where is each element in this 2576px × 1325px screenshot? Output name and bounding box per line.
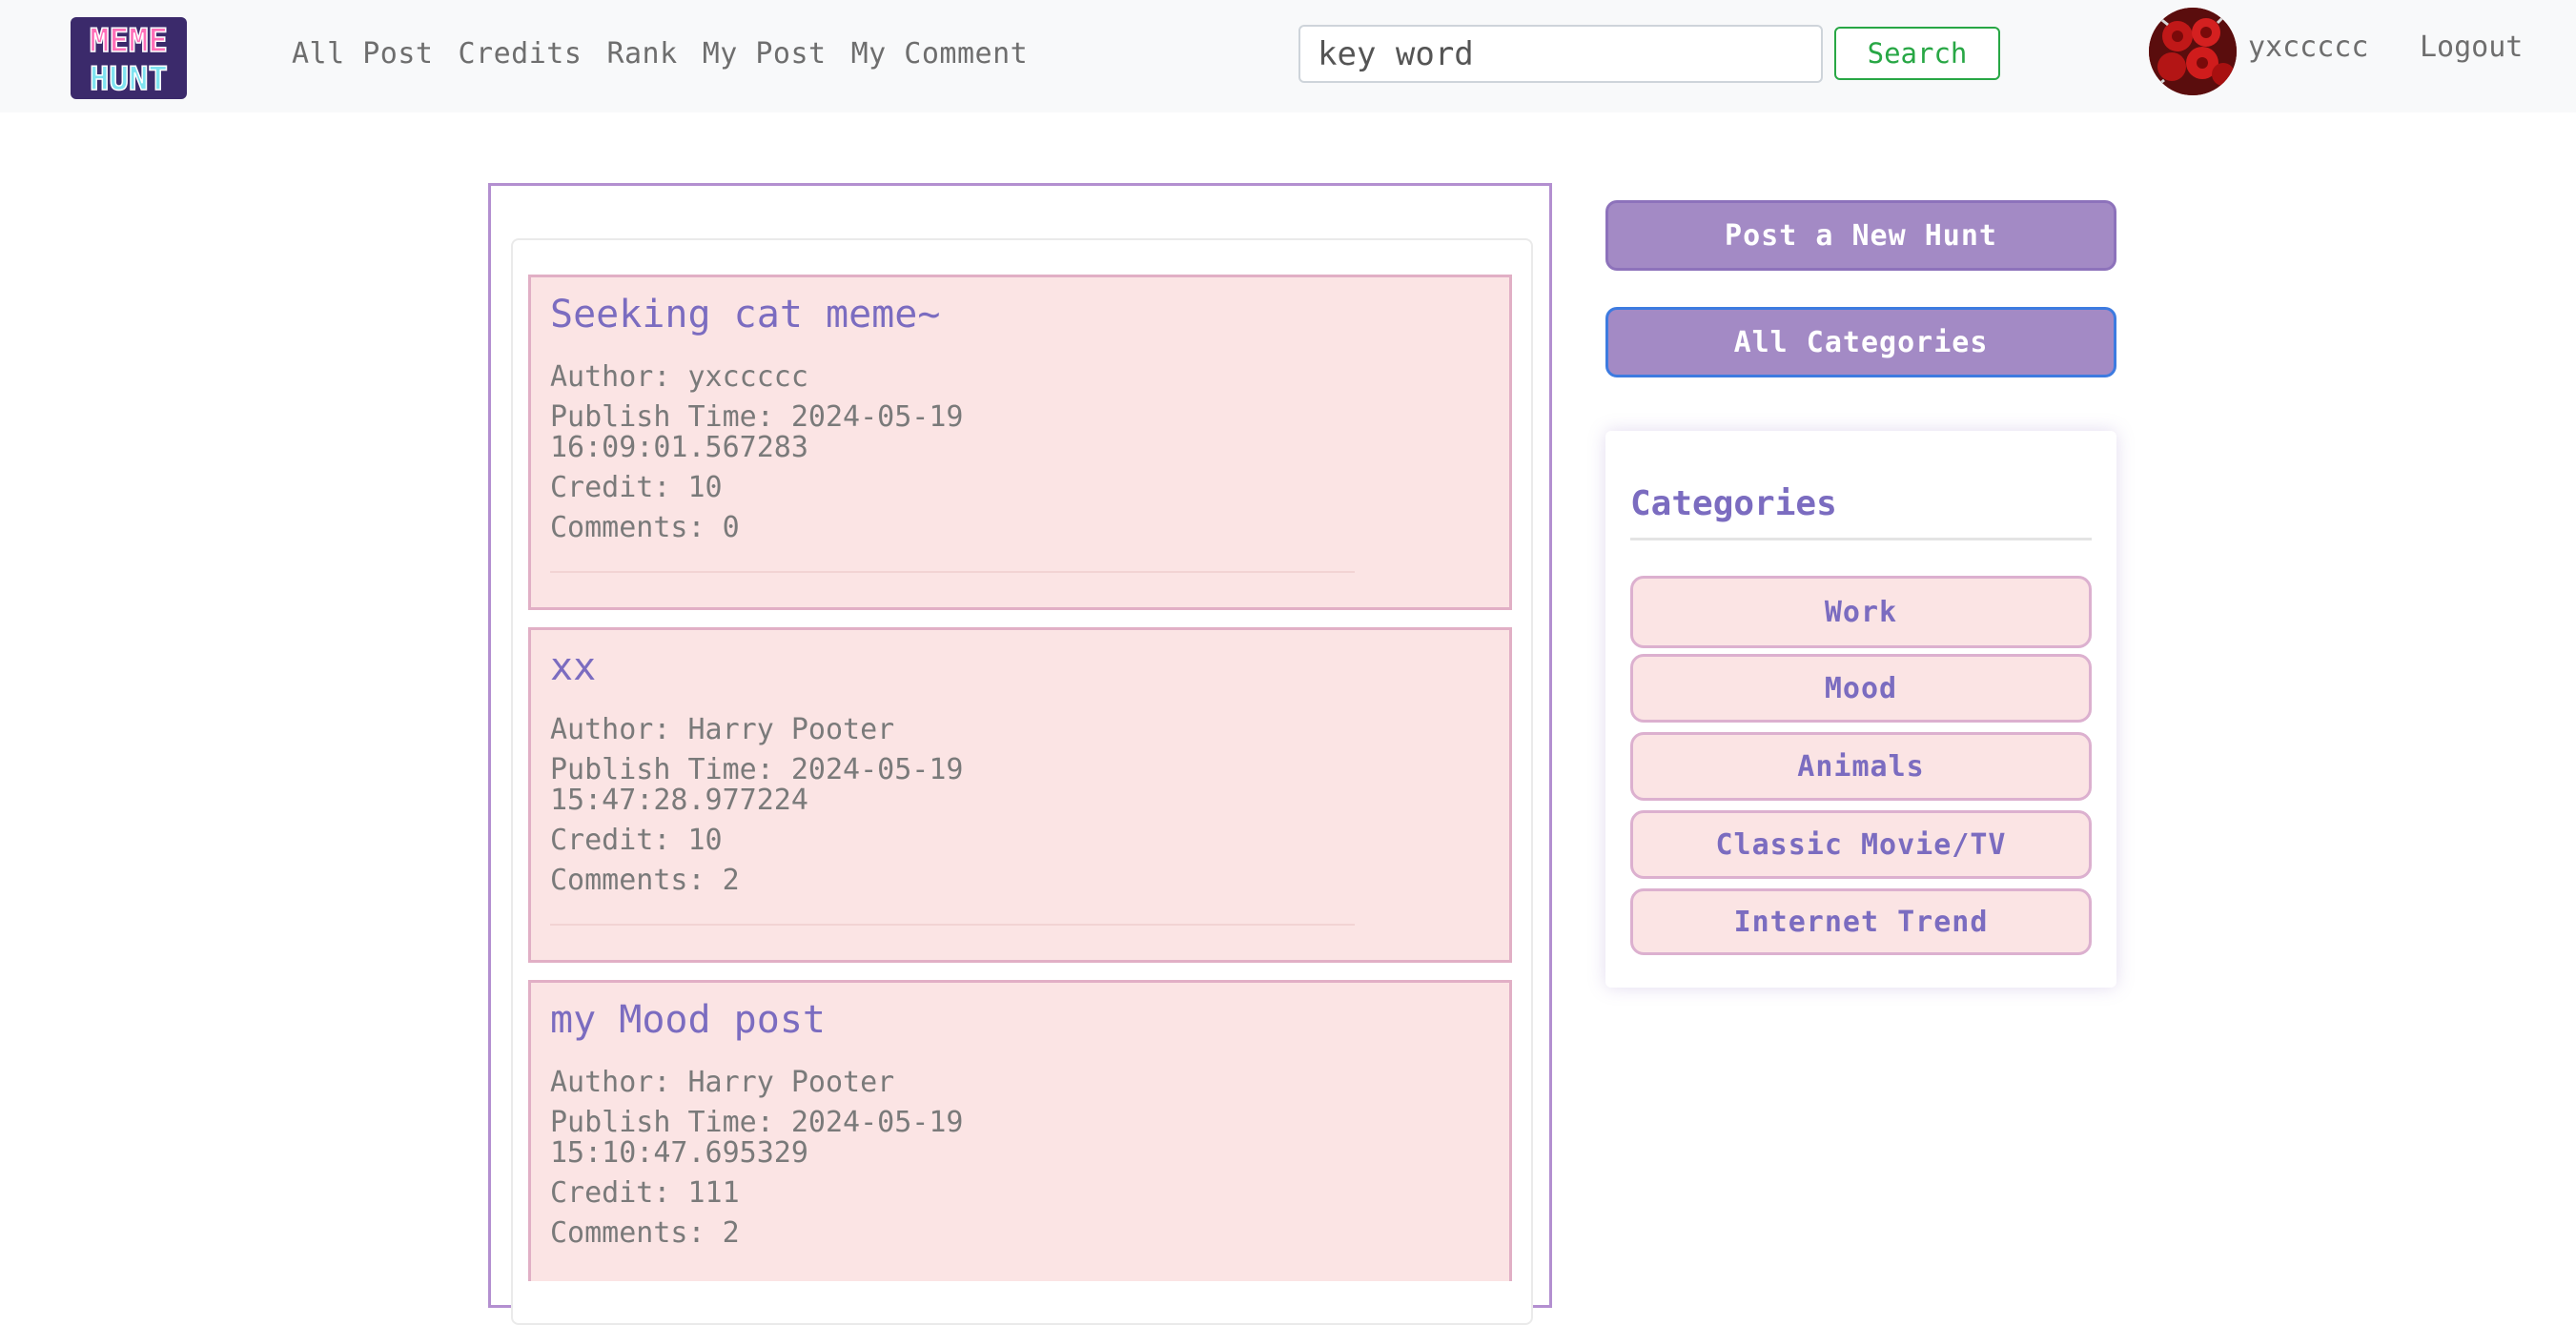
nav-link-rank[interactable]: Rank: [606, 37, 677, 71]
all-categories-button[interactable]: All Categories: [1605, 307, 2116, 377]
post-card[interactable]: my Mood post Author: Harry Pooter Publis…: [528, 980, 1512, 1281]
post-credit: Credit: 111: [550, 1176, 740, 1210]
post-author: Author: yxccccc: [550, 360, 808, 394]
post-title[interactable]: Seeking cat meme~: [550, 293, 940, 336]
username[interactable]: yxccccc: [2248, 31, 2368, 64]
nav-links: All Post Credits Rank My Post My Comment: [292, 32, 1053, 74]
avatar[interactable]: [2149, 8, 2237, 95]
post-credit: Credit: 10: [550, 824, 723, 857]
logo-graphic: MEME HUNT: [71, 17, 187, 99]
nav-link-my-post[interactable]: My Post: [703, 37, 827, 71]
post-new-hunt-button[interactable]: Post a New Hunt: [1605, 200, 2116, 271]
logo-line-2: HUNT: [90, 60, 168, 98]
logout-link[interactable]: Logout: [2420, 31, 2523, 64]
search-button[interactable]: Search: [1834, 27, 2000, 80]
post-title[interactable]: my Mood post: [550, 998, 826, 1042]
categories-heading: Categories: [1630, 484, 1837, 523]
post-publish-date: Publish Time: 2024-05-19: [550, 1106, 964, 1139]
categories-divider: [1630, 538, 2092, 540]
post-card[interactable]: Seeking cat meme~ Author: yxccccc Publis…: [528, 275, 1512, 610]
post-publish-time: 16:09:01.567283: [550, 431, 808, 464]
nav-link-all-post[interactable]: All Post: [292, 37, 434, 71]
post-publish-date: Publish Time: 2024-05-19: [550, 400, 964, 434]
category-animals-button[interactable]: Animals: [1630, 732, 2092, 801]
post-comments-count: Comments: 2: [550, 1216, 740, 1250]
categories-panel: Categories Work Mood Animals Classic Mov…: [1605, 431, 2116, 988]
post-comments-count: Comments: 0: [550, 511, 740, 544]
category-internet-trend-button[interactable]: Internet Trend: [1630, 888, 2092, 955]
post-credit: Credit: 10: [550, 471, 723, 504]
category-work-button[interactable]: Work: [1630, 576, 2092, 648]
post-publish-time: 15:47:28.977224: [550, 784, 808, 817]
post-publish-time: 15:10:47.695329: [550, 1136, 808, 1170]
post-author: Author: Harry Pooter: [550, 1066, 895, 1099]
search-input[interactable]: key word: [1298, 25, 1823, 83]
avatar-roses-image: [2149, 8, 2237, 95]
logo-line-1: MEME: [90, 22, 168, 60]
post-author: Author: Harry Pooter: [550, 713, 895, 746]
meme-hunt-logo[interactable]: MEME HUNT: [67, 13, 191, 103]
nav-link-credits[interactable]: Credits: [459, 37, 583, 71]
top-navbar: MEME HUNT All Post Credits Rank My Post …: [0, 0, 2576, 112]
post-comments-count: Comments: 2: [550, 864, 740, 897]
nav-link-my-comment[interactable]: My Comment: [851, 37, 1029, 71]
post-card[interactable]: xx Author: Harry Pooter Publish Time: 20…: [528, 627, 1512, 963]
post-divider: [550, 924, 1355, 926]
category-mood-button[interactable]: Mood: [1630, 654, 2092, 723]
category-classic-movie-tv-button[interactable]: Classic Movie/TV: [1630, 810, 2092, 879]
post-title[interactable]: xx: [550, 645, 596, 689]
post-divider: [550, 571, 1355, 573]
post-publish-date: Publish Time: 2024-05-19: [550, 753, 964, 786]
